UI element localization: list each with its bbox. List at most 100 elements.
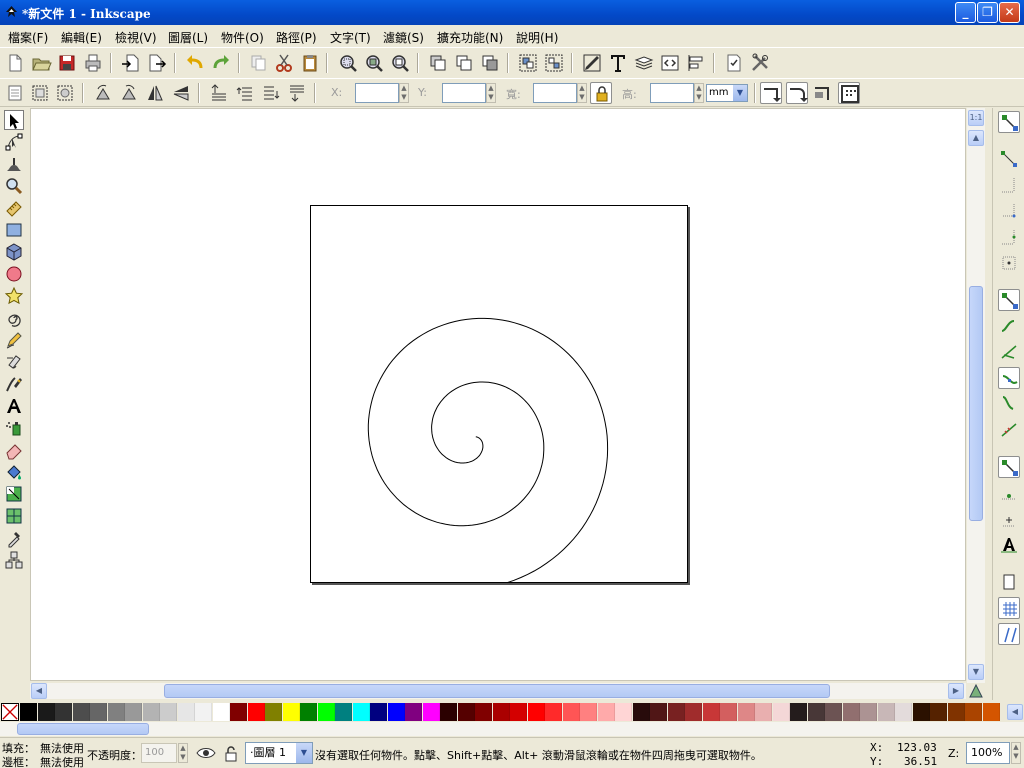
tweak-tool-icon[interactable] bbox=[4, 154, 24, 174]
color-swatch[interactable] bbox=[160, 703, 177, 721]
paste-icon[interactable] bbox=[299, 52, 321, 74]
color-swatch[interactable] bbox=[965, 703, 982, 721]
lock-icon[interactable] bbox=[220, 742, 242, 764]
move-patterns-icon[interactable] bbox=[838, 82, 860, 104]
palette-scrollbar[interactable] bbox=[0, 722, 1024, 736]
color-swatch[interactable] bbox=[825, 703, 842, 721]
maximize-button[interactable]: ❐ bbox=[977, 2, 998, 23]
lock-ratio-icon[interactable] bbox=[590, 82, 612, 104]
snap-bbox-corner-icon[interactable] bbox=[998, 200, 1020, 222]
color-swatch[interactable] bbox=[300, 703, 317, 721]
zoom-tool-icon[interactable] bbox=[4, 176, 24, 196]
snap-midpoints-icon[interactable] bbox=[998, 419, 1020, 441]
snap-rotation-center-icon[interactable] bbox=[998, 508, 1020, 530]
width-spinner[interactable]: ▲ ▼ bbox=[577, 83, 587, 103]
color-manage-icon[interactable] bbox=[968, 683, 984, 698]
height-input[interactable] bbox=[650, 83, 694, 103]
lower-icon[interactable] bbox=[260, 82, 282, 104]
spiral-tool-icon[interactable] bbox=[4, 308, 24, 328]
close-button[interactable]: ✕ bbox=[999, 2, 1020, 23]
color-swatch[interactable] bbox=[195, 703, 212, 721]
vertical-scroll-thumb[interactable] bbox=[969, 286, 983, 521]
y-input[interactable] bbox=[442, 83, 486, 103]
select-all-layers-icon[interactable] bbox=[29, 82, 51, 104]
export-icon[interactable] bbox=[146, 52, 168, 74]
x-input[interactable] bbox=[355, 83, 399, 103]
palette-scroll-thumb[interactable] bbox=[17, 723, 149, 735]
duplicate-icon[interactable] bbox=[427, 52, 449, 74]
move-gradients-icon[interactable] bbox=[812, 82, 834, 104]
measure-tool-icon[interactable] bbox=[4, 198, 24, 218]
snap-grid-icon[interactable] bbox=[998, 597, 1020, 619]
color-swatch[interactable] bbox=[545, 703, 562, 721]
color-swatch[interactable] bbox=[37, 703, 55, 721]
color-swatch[interactable] bbox=[212, 703, 230, 721]
color-swatch[interactable] bbox=[492, 703, 510, 721]
opacity-input[interactable]: 100 bbox=[141, 743, 177, 763]
text-tool-icon[interactable] bbox=[4, 396, 24, 416]
unlink-clone-icon[interactable] bbox=[479, 52, 501, 74]
rotate-cw-icon[interactable] bbox=[118, 82, 140, 104]
save-icon[interactable] bbox=[56, 52, 78, 74]
horizontal-scrollbar[interactable]: ◀ ▶ bbox=[30, 683, 966, 699]
color-swatch[interactable] bbox=[370, 703, 387, 721]
layer-select[interactable]: ·圖層 1 ▼ bbox=[245, 742, 313, 764]
color-swatch[interactable] bbox=[20, 703, 37, 721]
color-swatch[interactable] bbox=[737, 703, 755, 721]
snap-cusp-nodes-icon[interactable] bbox=[998, 367, 1020, 389]
color-swatch[interactable] bbox=[107, 703, 125, 721]
snap-path-icon[interactable] bbox=[998, 315, 1020, 337]
snap-object-center-icon[interactable] bbox=[998, 482, 1020, 504]
scale-corners-icon[interactable] bbox=[786, 82, 808, 104]
snap-others-icon[interactable] bbox=[998, 456, 1020, 478]
import-icon[interactable] bbox=[120, 52, 142, 74]
redo-icon[interactable] bbox=[210, 52, 232, 74]
star-tool-icon[interactable] bbox=[4, 286, 24, 306]
color-swatch[interactable] bbox=[615, 703, 632, 721]
color-swatch[interactable] bbox=[352, 703, 370, 721]
color-swatch[interactable] bbox=[807, 703, 825, 721]
gradient-tool-icon[interactable] bbox=[4, 484, 24, 504]
scroll-left-icon[interactable]: ◀ bbox=[31, 683, 47, 699]
color-swatch[interactable] bbox=[650, 703, 667, 721]
color-swatch[interactable] bbox=[860, 703, 877, 721]
color-swatch[interactable] bbox=[230, 703, 247, 721]
paint-bucket-tool-icon[interactable] bbox=[4, 462, 24, 482]
stroke-indicator[interactable]: 無法使用 bbox=[40, 754, 84, 768]
unit-select[interactable]: mm ▼ bbox=[706, 84, 748, 102]
color-swatch[interactable] bbox=[317, 703, 335, 721]
xml-editor-icon[interactable] bbox=[659, 52, 681, 74]
height-spinner[interactable]: ▲ ▼ bbox=[694, 83, 704, 103]
layers-icon[interactable] bbox=[633, 52, 655, 74]
palette-menu-icon[interactable]: ◀ bbox=[1007, 704, 1023, 720]
drawing-canvas[interactable] bbox=[30, 108, 966, 681]
color-swatch[interactable] bbox=[982, 703, 1000, 721]
raise-to-top-icon[interactable] bbox=[208, 82, 230, 104]
color-swatch[interactable] bbox=[247, 703, 265, 721]
minimize-button[interactable]: _ bbox=[955, 2, 976, 23]
color-swatch[interactable] bbox=[142, 703, 160, 721]
select-all-icon[interactable] bbox=[4, 82, 26, 104]
fill-stroke-icon[interactable] bbox=[581, 52, 603, 74]
color-swatch[interactable] bbox=[405, 703, 422, 721]
ellipse-tool-icon[interactable] bbox=[4, 264, 24, 284]
color-swatch[interactable] bbox=[335, 703, 352, 721]
open-folder-icon[interactable] bbox=[30, 52, 52, 74]
scroll-right-icon[interactable]: ▶ bbox=[948, 683, 964, 699]
menu-text[interactable]: 文字(T) bbox=[330, 29, 371, 46]
raise-icon[interactable] bbox=[234, 82, 256, 104]
spiral-object[interactable] bbox=[311, 206, 689, 584]
rectangle-tool-icon[interactable] bbox=[4, 220, 24, 240]
pen-tool-icon[interactable] bbox=[4, 352, 24, 372]
color-swatch[interactable] bbox=[772, 703, 790, 721]
menu-edit[interactable]: 編輯(E) bbox=[61, 29, 102, 46]
y-spinner[interactable]: ▲ ▼ bbox=[486, 83, 496, 103]
color-swatch[interactable] bbox=[930, 703, 947, 721]
scale-stroke-icon[interactable] bbox=[760, 82, 782, 104]
pencil-tool-icon[interactable] bbox=[4, 330, 24, 350]
snap-text-baseline-icon[interactable] bbox=[998, 534, 1020, 556]
selector-tool-icon[interactable] bbox=[4, 110, 24, 130]
connector-tool-icon[interactable] bbox=[4, 550, 24, 570]
color-swatch[interactable] bbox=[475, 703, 492, 721]
zoom-drawing-icon[interactable] bbox=[363, 52, 385, 74]
